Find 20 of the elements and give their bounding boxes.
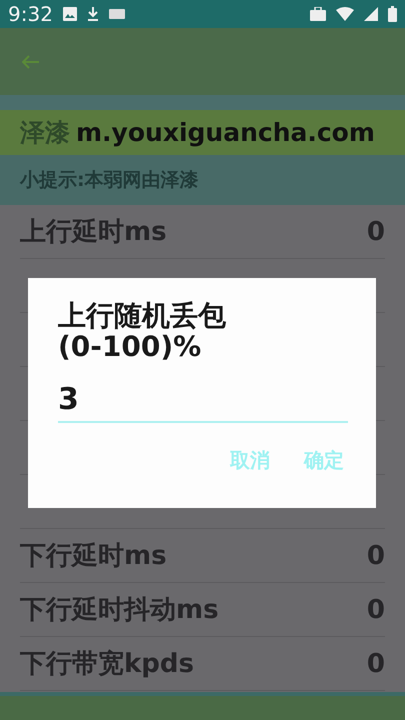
input-field[interactable]: 3 <box>58 378 348 423</box>
setting-label[interactable]: 下行延时抖动ms <box>20 592 219 627</box>
battery-icon <box>388 6 397 22</box>
briefcase-icon <box>310 7 326 21</box>
setting-value: 0 <box>366 648 385 678</box>
setting-label[interactable]: 下行延时ms <box>20 538 167 573</box>
website-url: m.youxiguancha.com <box>76 118 375 147</box>
status-time: 9:32 <box>8 2 53 26</box>
download-icon <box>86 7 99 21</box>
setting-label[interactable]: 下行带宽kpds <box>20 646 194 681</box>
setting-value: 0 <box>366 540 385 570</box>
keyboard-icon <box>108 9 125 19</box>
setting-value: 0 <box>366 594 385 624</box>
wifi-icon <box>336 7 354 21</box>
image-icon <box>62 7 77 21</box>
setting-value: 0 <box>366 216 385 246</box>
dialog-title: 上行随机丢包 (0-100)% <box>58 300 227 362</box>
setting-label[interactable]: 上行延时ms <box>20 214 167 249</box>
back-icon[interactable] <box>22 54 40 68</box>
signal-icon <box>364 7 378 21</box>
